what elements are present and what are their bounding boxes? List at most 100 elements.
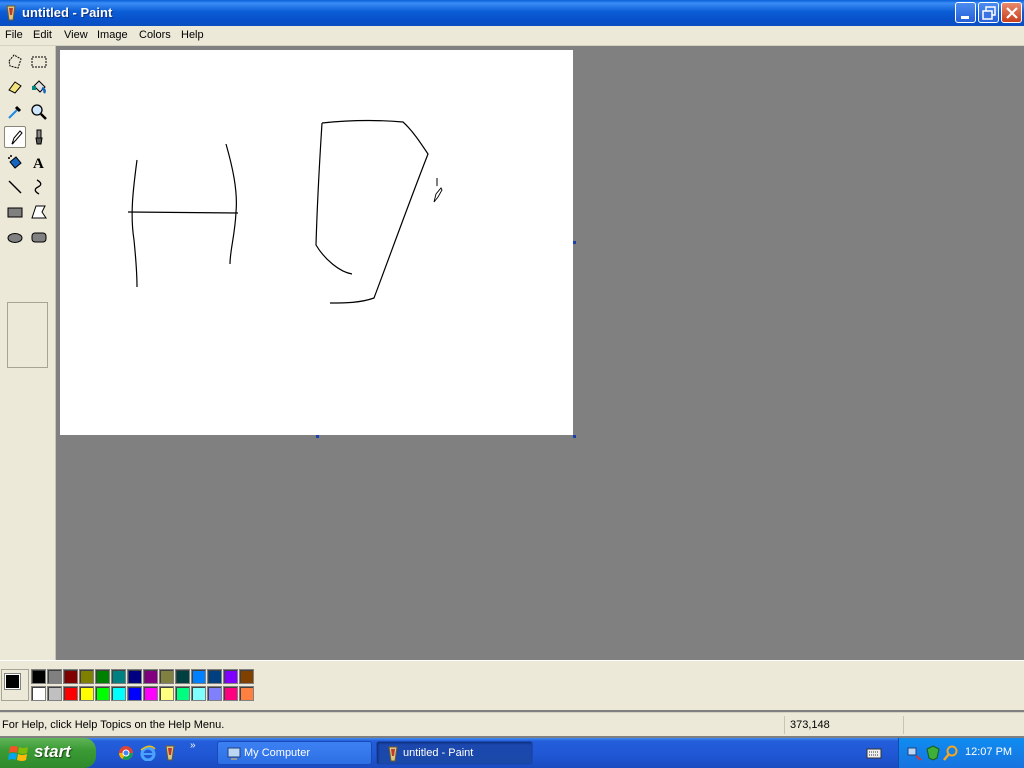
tool-free-form-select[interactable] [4,51,26,73]
tool-airbrush[interactable] [4,151,26,173]
tool-rectangle[interactable] [4,201,26,223]
color-swatch[interactable] [95,686,110,701]
color-swatch[interactable] [63,669,78,684]
tool-line[interactable] [4,176,26,198]
color-swatch[interactable] [143,686,158,701]
taskbar: start » My Computer untitled - Paint 12:… [0,738,1024,768]
minimize-icon [961,16,969,19]
status-coordinates: 373,148 [790,719,830,731]
tool-magnifier[interactable] [28,101,50,123]
color-swatch[interactable] [111,669,126,684]
color-swatch[interactable] [47,669,62,684]
drawing-canvas[interactable] [60,50,573,435]
color-swatch[interactable] [31,686,46,701]
pencil-icon [11,130,23,145]
status-pane-size [903,716,904,734]
paint-icon[interactable] [162,745,178,761]
paint-icon [388,746,398,762]
maximize-button[interactable] [978,2,999,23]
security-icon[interactable] [925,745,941,761]
workspace [56,46,1024,660]
start-label: start [34,742,71,761]
color-swatch[interactable] [207,669,222,684]
tool-rounded-rectangle[interactable] [28,226,50,248]
rectangle-icon [7,207,23,218]
color-swatch[interactable] [175,686,190,701]
airbrush-icon [8,155,22,169]
tool-ellipse[interactable] [4,226,26,248]
polygon-icon [31,205,47,219]
tool-brush[interactable] [28,126,50,148]
color-swatch[interactable] [223,669,238,684]
tool-curve[interactable] [28,176,50,198]
color-swatch[interactable] [239,686,254,701]
resize-handle-right[interactable] [573,241,576,244]
color-swatch[interactable] [111,686,126,701]
start-button[interactable]: start [0,738,96,768]
paint-icon[interactable] [4,5,18,24]
brush-icon [35,129,43,145]
color-swatch[interactable] [159,686,174,701]
menu-edit[interactable]: Edit [33,29,52,41]
chrome-icon[interactable] [118,745,134,761]
resize-handle-corner[interactable] [573,435,576,438]
color-swatch[interactable] [207,686,222,701]
color-swatch[interactable] [31,669,46,684]
tool-fill[interactable] [28,76,50,98]
task-paint[interactable]: untitled - Paint [376,741,533,765]
color-swatch[interactable] [47,686,62,701]
color-swatch[interactable] [95,669,110,684]
color-swatch[interactable] [79,686,94,701]
svg-text:A: A [33,156,44,171]
magnifier-icon [31,104,47,120]
menu-view[interactable]: View [64,29,88,41]
status-bar: For Help, click Help Topics on the Help … [0,712,1024,736]
color-swatch[interactable] [239,669,254,684]
title-bar[interactable]: untitled - Paint [0,0,1024,26]
color-swatch[interactable] [63,686,78,701]
pencil-cursor-icon [433,178,443,203]
color-swatch[interactable] [175,669,190,684]
color-swatch[interactable] [191,686,206,701]
color-swatch[interactable] [79,669,94,684]
menu-help[interactable]: Help [181,29,204,41]
menu-file[interactable]: File [5,29,23,41]
color-swatch[interactable] [223,686,238,701]
rounded-rectangle-icon [31,232,47,243]
search-icon[interactable] [943,745,959,761]
color-swatch[interactable] [191,669,206,684]
text-icon: A [33,156,44,171]
curve-icon [34,179,42,195]
minimize-button[interactable] [955,2,976,23]
toolbox: A [0,46,56,660]
canvas-drawing [127,120,429,304]
quicklaunch-expand-icon[interactable]: » [190,740,196,751]
keyboard-icon[interactable] [866,747,882,759]
tool-select[interactable] [28,51,50,73]
status-pane-coords [784,716,785,734]
resize-handle-bottom[interactable] [316,435,319,438]
clock: 12:07 PM [965,746,1013,758]
tool-pencil[interactable] [4,126,26,148]
tool-text[interactable]: A [28,151,50,173]
color-swatch[interactable] [143,669,158,684]
system-tray: 12:07 PM [898,738,1024,768]
ellipse-icon [7,233,23,243]
task-label: My Computer [244,747,311,759]
tool-pick-color[interactable] [4,101,26,123]
color-swatch[interactable] [159,669,174,684]
tool-options-box[interactable] [7,302,48,368]
color-swatch[interactable] [127,669,142,684]
task-my-computer[interactable]: My Computer [217,741,372,765]
current-colors[interactable] [1,669,29,701]
internet-explorer-icon[interactable] [140,745,156,761]
tool-eraser[interactable] [4,76,26,98]
menu-colors[interactable]: Colors [139,29,171,41]
color-box [0,660,1024,710]
tool-polygon[interactable] [28,201,50,223]
close-button[interactable] [1001,2,1022,23]
foreground-color [4,673,21,690]
network-icon[interactable] [907,745,923,761]
color-swatch[interactable] [127,686,142,701]
menu-image[interactable]: Image [97,29,128,41]
